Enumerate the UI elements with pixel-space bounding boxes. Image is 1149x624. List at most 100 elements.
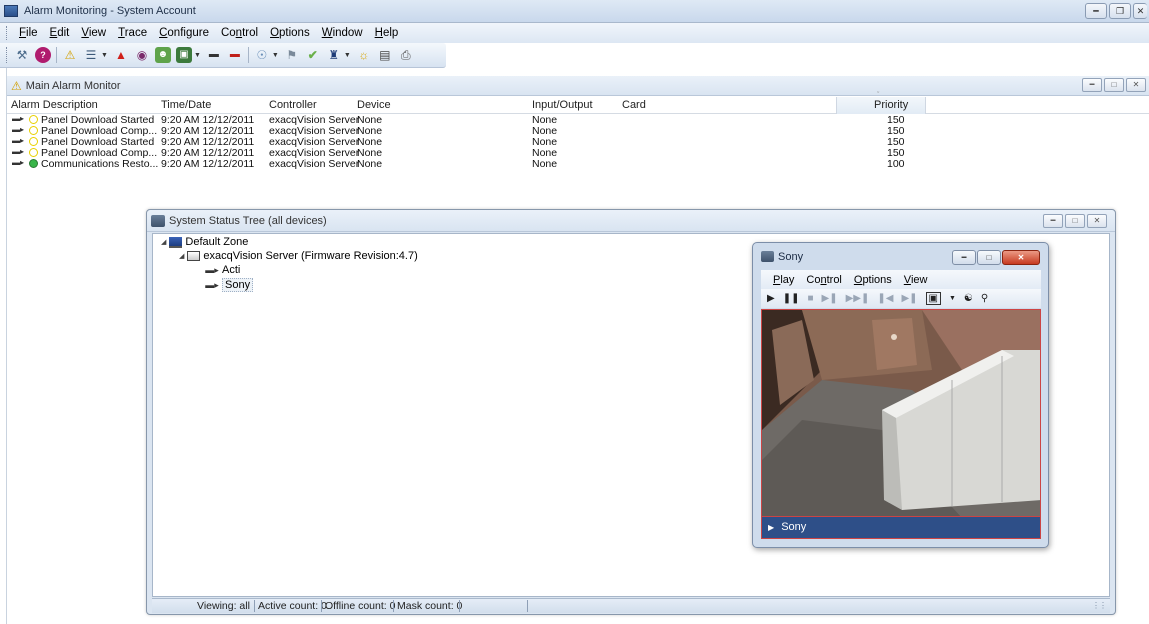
system-tree-icon[interactable]: ☰: [83, 47, 99, 63]
tools-icon[interactable]: ⚒: [14, 47, 30, 63]
alarm-column-header: Alarm Description Time/Date Controller D…: [7, 92, 1149, 114]
player-app-icon: [761, 251, 774, 262]
tree-maximize-button[interactable]: □: [1065, 214, 1085, 228]
tree-node-server[interactable]: ◢ exacqVision Server (Firmware Revision:…: [179, 250, 418, 262]
zoom-icon[interactable]: ⚲: [981, 293, 988, 304]
frame-forward-icon[interactable]: ▶❚: [901, 293, 917, 304]
player-minimize-button[interactable]: ━: [952, 250, 976, 265]
tree-minimize-button[interactable]: ━: [1043, 214, 1063, 228]
status-yellow-icon: [29, 115, 38, 124]
menu-help[interactable]: Help: [369, 27, 405, 39]
player-close-button[interactable]: ✕: [1002, 250, 1040, 265]
menu-control[interactable]: Control: [215, 27, 264, 39]
alarm-io: None: [532, 158, 558, 170]
window-title: Alarm Monitoring - System Account: [24, 5, 196, 17]
player-menu-play[interactable]: Play: [767, 274, 800, 286]
alarm-minimize-button[interactable]: ━: [1082, 78, 1102, 92]
player-toolbar: ▶ ❚❚ ■ ▶❚ ▶▶❚ ❚◀ ▶❚ ▣ ▼ ☯ ⚲: [761, 289, 1041, 308]
camera-icon: ▬▸: [205, 264, 219, 275]
menu-window[interactable]: Window: [316, 27, 369, 39]
resize-grip-icon[interactable]: ⋮⋮: [1092, 599, 1107, 613]
zone-icon: [169, 236, 183, 248]
alarm-time: 9:20 AM 12/12/2011: [161, 158, 255, 170]
camera-label-selected: Sony: [222, 278, 254, 292]
toolbar-grip: [6, 47, 9, 63]
status-yellow-icon: [29, 137, 38, 146]
menubar-grip: [6, 26, 9, 40]
alarm-row[interactable]: ▬▸ Communications Resto... 9:20 AM 12/12…: [7, 159, 1149, 170]
player-maximize-button[interactable]: □: [977, 250, 1001, 265]
camera-icon[interactable]: ▬: [206, 47, 222, 63]
camera-name-arrow-icon: ▶: [768, 523, 775, 532]
step-forward-icon[interactable]: ▶❚: [822, 293, 838, 304]
tree-node-zone[interactable]: ◢ Default Zone: [161, 236, 248, 248]
guard-tour-icon[interactable]: ♜: [326, 47, 342, 63]
alarm-close-button[interactable]: ✕: [1126, 78, 1146, 92]
help-badge-icon[interactable]: ?: [35, 47, 51, 63]
sort-arrow-icon: ˇ: [877, 92, 880, 99]
stop-icon[interactable]: ■: [807, 293, 813, 304]
col-priority[interactable]: Priority: [874, 99, 908, 111]
skip-end-icon[interactable]: ▶▶❚: [846, 293, 870, 304]
tree-status-bar: Viewing: all Active count: 0 Offline cou…: [152, 598, 1110, 613]
acknowledge-icon[interactable]: ⚑: [284, 47, 300, 63]
main-toolbar: ⚒ ? ⚠ ☰ ▼ ▲ ◉ ☻ ▣ ▼ ▬ ▬ ☉ ▼ ⚑ ✔ ♜ ▼ ☼ ▤ …: [0, 43, 446, 68]
col-card[interactable]: Card: [622, 99, 646, 111]
close-button[interactable]: ✕: [1133, 3, 1147, 19]
expand-icon[interactable]: ◢: [179, 252, 184, 260]
clock-icon[interactable]: ☼: [356, 47, 372, 63]
alarm-description: Communications Resto...: [41, 158, 159, 170]
player-menu-view[interactable]: View: [898, 274, 934, 286]
monitor-zone-icon[interactable]: ▣: [175, 47, 192, 63]
player-menu-options[interactable]: Options: [848, 274, 898, 286]
tree-node-camera[interactable]: ▬▸ Acti: [205, 264, 240, 276]
camera-icon: ▬▸: [12, 125, 25, 134]
status-viewing: Viewing: all: [197, 600, 250, 612]
camera-name: Sony: [781, 521, 807, 533]
network-icon[interactable]: ☉: [254, 47, 270, 63]
app-icon: [4, 5, 18, 17]
restore-button[interactable]: ❐: [1109, 3, 1131, 19]
alarm-bell-icon[interactable]: ⚠: [62, 47, 78, 63]
display-dropdown-icon[interactable]: ▼: [949, 295, 956, 302]
server-label: exacqVision Server (Firmware Revision:4.…: [203, 250, 418, 262]
tree-close-button[interactable]: ✕: [1087, 214, 1107, 228]
menu-configure[interactable]: Configure: [153, 27, 215, 39]
display-mode-icon[interactable]: ▣: [925, 292, 941, 305]
alarm-list: ▬▸ Panel Download Started 9:20 AM 12/12/…: [7, 115, 1149, 170]
report-icon[interactable]: ▤: [377, 47, 393, 63]
menu-file[interactable]: File: [13, 27, 44, 39]
status-mask-count: Mask count: 0: [397, 600, 463, 612]
video-record-icon[interactable]: ▬: [227, 47, 243, 63]
menu-trace[interactable]: Trace: [112, 27, 153, 39]
print-icon[interactable]: ⎙: [398, 47, 414, 63]
col-alarm-description[interactable]: Alarm Description: [11, 99, 98, 111]
tree-node-camera[interactable]: ▬▸ Sony: [205, 278, 254, 292]
tree-dropdown-icon[interactable]: ▼: [101, 52, 108, 59]
play-icon[interactable]: ▶: [767, 293, 775, 304]
frame-back-icon[interactable]: ❚◀: [877, 293, 893, 304]
status-tree-title: System Status Tree (all devices): [169, 214, 327, 227]
red-alert-icon[interactable]: ▲: [113, 47, 129, 63]
col-controller[interactable]: Controller: [269, 99, 317, 111]
guard-dropdown-icon[interactable]: ▼: [344, 52, 351, 59]
col-device[interactable]: Device: [357, 99, 391, 111]
col-time-date[interactable]: Time/Date: [161, 99, 211, 111]
menu-view[interactable]: View: [75, 27, 112, 39]
network-dropdown-icon[interactable]: ▼: [272, 52, 279, 59]
alarm-maximize-button[interactable]: □: [1104, 78, 1124, 92]
checkmark-icon[interactable]: ✔: [305, 47, 321, 63]
player-menu-control[interactable]: Control: [800, 274, 847, 286]
ptz-icon[interactable]: ☯: [964, 293, 973, 304]
video-player-window: Sony ━ □ ✕ Play Control Options View ▶ ❚…: [752, 242, 1049, 548]
minimize-button[interactable]: ━: [1085, 3, 1107, 19]
pause-icon[interactable]: ❚❚: [783, 293, 800, 304]
camera-video-feed[interactable]: [761, 309, 1041, 517]
menu-edit[interactable]: Edit: [44, 27, 76, 39]
expand-icon[interactable]: ◢: [161, 238, 166, 246]
col-input-output[interactable]: Input/Output: [532, 99, 593, 111]
globe-icon[interactable]: ◉: [134, 47, 150, 63]
zone-dropdown-icon[interactable]: ▼: [194, 52, 201, 59]
badge-photo-icon[interactable]: ☻: [154, 47, 171, 63]
menu-options[interactable]: Options: [264, 27, 316, 39]
